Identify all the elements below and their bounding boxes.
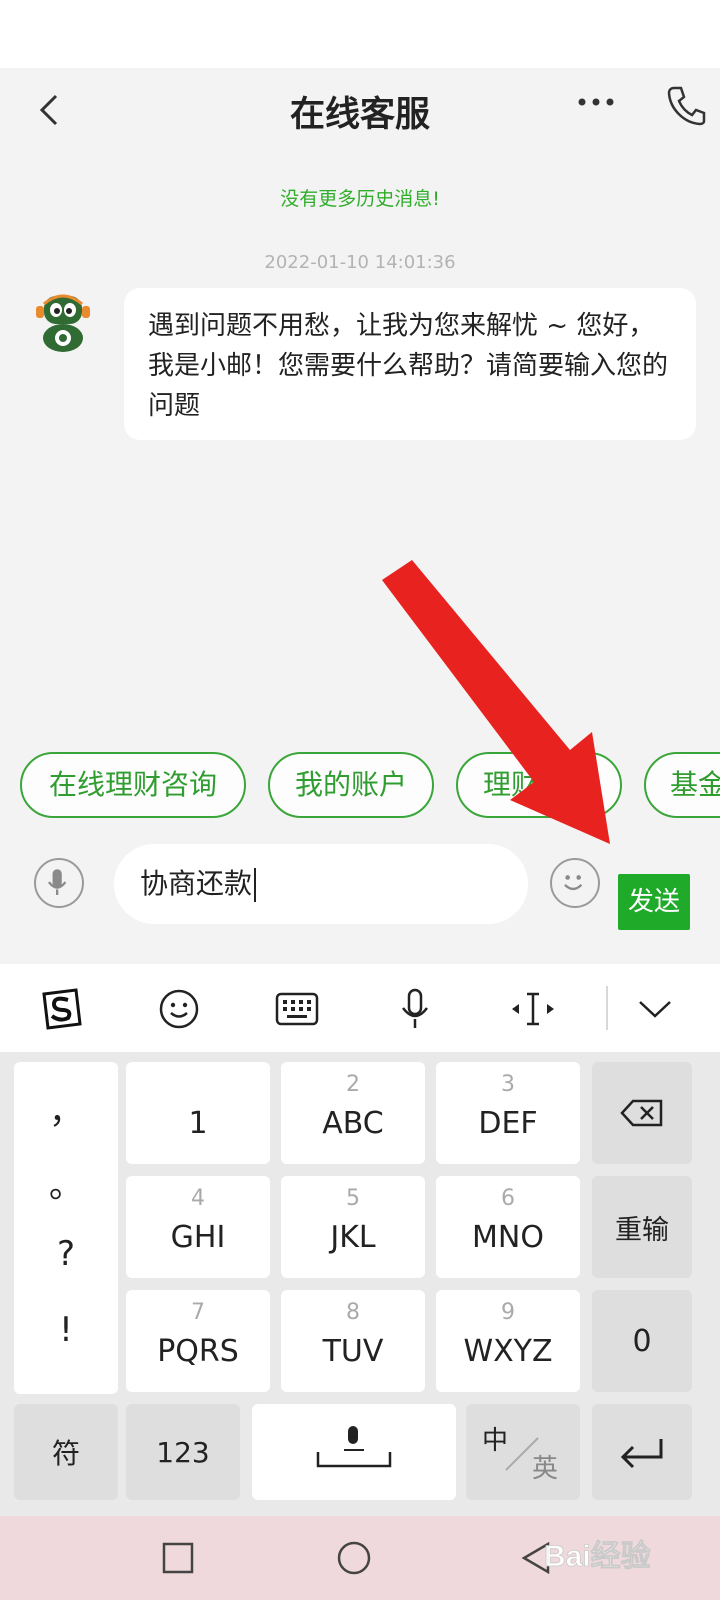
key-label: 符 — [51, 1437, 80, 1470]
more-options-icon[interactable] — [574, 92, 618, 112]
key-label: GHI — [170, 1220, 226, 1255]
header: 在线客服 — [0, 68, 720, 154]
key-label: JKL — [330, 1220, 376, 1255]
phone-icon[interactable] — [664, 84, 708, 128]
punctuation-key[interactable]: ! — [14, 1310, 118, 1350]
message-input-value: 协商还款 — [140, 867, 253, 900]
punctuation-key[interactable]: ? — [14, 1234, 118, 1274]
enter-arrow-icon — [620, 1439, 663, 1469]
space-bar-icon — [316, 1426, 392, 1468]
key-sub-label: 9 — [501, 1300, 515, 1325]
key-label: TUV — [322, 1334, 384, 1369]
smiley-icon — [564, 875, 583, 891]
enter-key[interactable] — [592, 1404, 692, 1500]
message-timestamp: 2022-01-10 14:01:36 — [264, 252, 456, 273]
key-label: 123 — [156, 1435, 210, 1469]
key-2-abc[interactable]: 2 ABC — [281, 1062, 425, 1164]
key-sub-label: 4 — [191, 1186, 205, 1211]
key-0[interactable]: 0 — [592, 1290, 692, 1392]
keyboard-toolbar — [0, 964, 720, 1052]
backspace-key[interactable] — [592, 1062, 692, 1164]
key-7-pqrs[interactable]: 7 PQRS — [126, 1290, 270, 1392]
bot-avatar — [36, 294, 90, 352]
emoji-keyboard-icon[interactable] — [156, 986, 202, 1032]
baidu-jingyan-watermark: Bai经验 — [544, 1539, 651, 1574]
key-sub-label: 2 — [346, 1072, 360, 1097]
key-label: 0 — [632, 1323, 652, 1359]
microphone-icon — [47, 869, 67, 895]
cursor-move-icon[interactable] — [510, 986, 556, 1032]
key-8-tuv[interactable]: 8 TUV — [281, 1290, 425, 1392]
send-button[interactable]: 发送 — [618, 874, 690, 930]
message-input[interactable]: 协商还款 — [114, 844, 528, 924]
no-more-history-notice: 没有更多历史消息! — [280, 188, 440, 210]
watermark-text: Bai经验 — [544, 1539, 651, 1573]
home-icon[interactable] — [334, 1538, 374, 1578]
symbols-key[interactable]: 符 — [14, 1404, 118, 1500]
space-key[interactable] — [252, 1404, 456, 1500]
punctuation-key[interactable]: 。 — [14, 1158, 118, 1207]
backspace-icon — [620, 1099, 663, 1127]
key-label: PQRS — [157, 1334, 239, 1369]
key-9-wxyz[interactable]: 9 WXYZ — [436, 1290, 580, 1392]
key-label: 1 — [188, 1106, 208, 1141]
status-bar — [0, 0, 720, 68]
key-label: WXYZ — [463, 1334, 553, 1369]
key-sub-label: 5 — [346, 1186, 360, 1211]
key-sub-label: 8 — [346, 1300, 360, 1325]
chevron-down-icon[interactable] — [632, 986, 678, 1032]
language-switch-key[interactable]: 中 英 — [466, 1404, 580, 1500]
quick-reply-chip[interactable]: 理财服务 — [456, 752, 622, 818]
numbers-key[interactable]: 123 — [126, 1404, 240, 1500]
key-5-jkl[interactable]: 5 JKL — [281, 1176, 425, 1278]
quick-reply-chip[interactable]: 我的账户 — [268, 752, 434, 818]
punctuation-column: ， 。 ? ! — [14, 1062, 118, 1394]
quick-reply-bar: 在线理财咨询 我的账户 理财服务 基金 — [0, 752, 720, 822]
key-sub-label: 3 — [501, 1072, 515, 1097]
quick-reply-chip[interactable]: 在线理财咨询 — [20, 752, 246, 818]
key-3-def[interactable]: 3 DEF — [436, 1062, 580, 1164]
key-4-ghi[interactable]: 4 GHI — [126, 1176, 270, 1278]
keyboard-layout-icon[interactable] — [274, 986, 320, 1032]
key-label: MNO — [472, 1220, 544, 1255]
retype-key[interactable]: 重输 — [592, 1176, 692, 1278]
key-label: DEF — [478, 1106, 538, 1141]
key-6-mno[interactable]: 6 MNO — [436, 1176, 580, 1278]
recent-apps-icon[interactable] — [158, 1538, 198, 1578]
bot-message-bubble: 遇到问题不用愁，让我为您来解忧 ~ 您好，我是小邮！您需要什么帮助？请简要输入您… — [124, 288, 696, 440]
key-label: 重输 — [615, 1214, 669, 1246]
toolbar-divider — [606, 986, 608, 1030]
emoji-button[interactable] — [550, 858, 600, 908]
sogou-logo-icon[interactable] — [38, 986, 84, 1032]
message-input-row: 协商还款 发送 — [0, 838, 720, 964]
keyboard: ， 。 ? ! 1 2 ABC 3 DEF 4 GHI 5 JKL 6 MNO … — [0, 1052, 720, 1516]
voice-typing-icon[interactable] — [392, 986, 438, 1032]
key-label: ABC — [322, 1106, 384, 1141]
key-label-en: 英 — [532, 1454, 559, 1484]
text-caret — [254, 868, 257, 902]
key-sub-label: 6 — [501, 1186, 515, 1211]
key-sub-label: 7 — [191, 1300, 205, 1325]
voice-input-button[interactable] — [34, 858, 84, 908]
quick-reply-chip[interactable]: 基金 — [644, 752, 720, 818]
key-1[interactable]: 1 — [126, 1062, 270, 1164]
punctuation-key[interactable]: ， — [14, 1084, 118, 1133]
